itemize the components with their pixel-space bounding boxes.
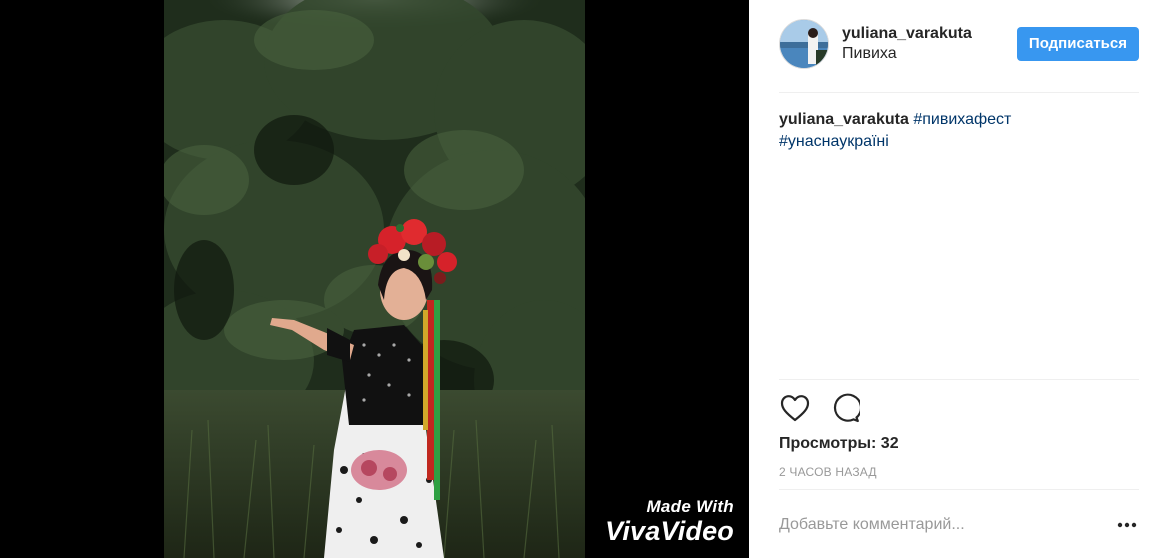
hashtag-link[interactable]: #унаснаукраїні	[779, 133, 889, 150]
instagram-post: Made With VivaVideo yuliana_varakuta Пив…	[0, 0, 1166, 558]
comment-form	[779, 506, 1139, 544]
views-label: Просмотры:	[779, 435, 877, 452]
watermark-line-1: Made With	[646, 497, 734, 516]
divider	[779, 379, 1139, 380]
divider	[779, 489, 1139, 490]
divider	[779, 92, 1139, 93]
comment-input[interactable]	[779, 516, 1115, 534]
speech-bubble-icon	[833, 393, 860, 423]
more-options-icon	[1117, 522, 1137, 528]
post-sidebar: yuliana_varakuta Пивиха Подписаться yuli…	[749, 0, 1166, 558]
avatar[interactable]	[779, 19, 829, 69]
caption-username[interactable]: yuliana_varakuta	[779, 111, 909, 128]
like-button[interactable]	[779, 392, 811, 424]
post-timestamp[interactable]: 2 ЧАСОВ НАЗАД	[779, 464, 877, 480]
post-caption: yuliana_varakuta #пивихафест #унаснаукра…	[779, 109, 1139, 153]
post-header: yuliana_varakuta Пивиха Подписаться	[779, 18, 1139, 70]
views-count[interactable]: Просмотры: 32	[779, 433, 899, 455]
location-link[interactable]: Пивиха	[842, 44, 972, 64]
heart-icon	[780, 395, 810, 422]
watermark-line-2: VivaVideo	[605, 516, 734, 546]
action-bar	[779, 392, 879, 424]
video-watermark: Made With VivaVideo	[582, 498, 734, 545]
comment-button[interactable]	[829, 392, 861, 424]
username-link[interactable]: yuliana_varakuta	[842, 24, 972, 44]
post-media[interactable]: Made With VivaVideo	[0, 0, 749, 558]
hashtag-link[interactable]: #пивихафест	[913, 111, 1011, 128]
follow-button[interactable]: Подписаться	[1016, 27, 1139, 61]
user-block: yuliana_varakuta Пивиха	[842, 24, 972, 64]
more-options-button[interactable]	[1115, 513, 1139, 537]
post-photo	[164, 0, 585, 558]
views-number: 32	[880, 435, 899, 452]
